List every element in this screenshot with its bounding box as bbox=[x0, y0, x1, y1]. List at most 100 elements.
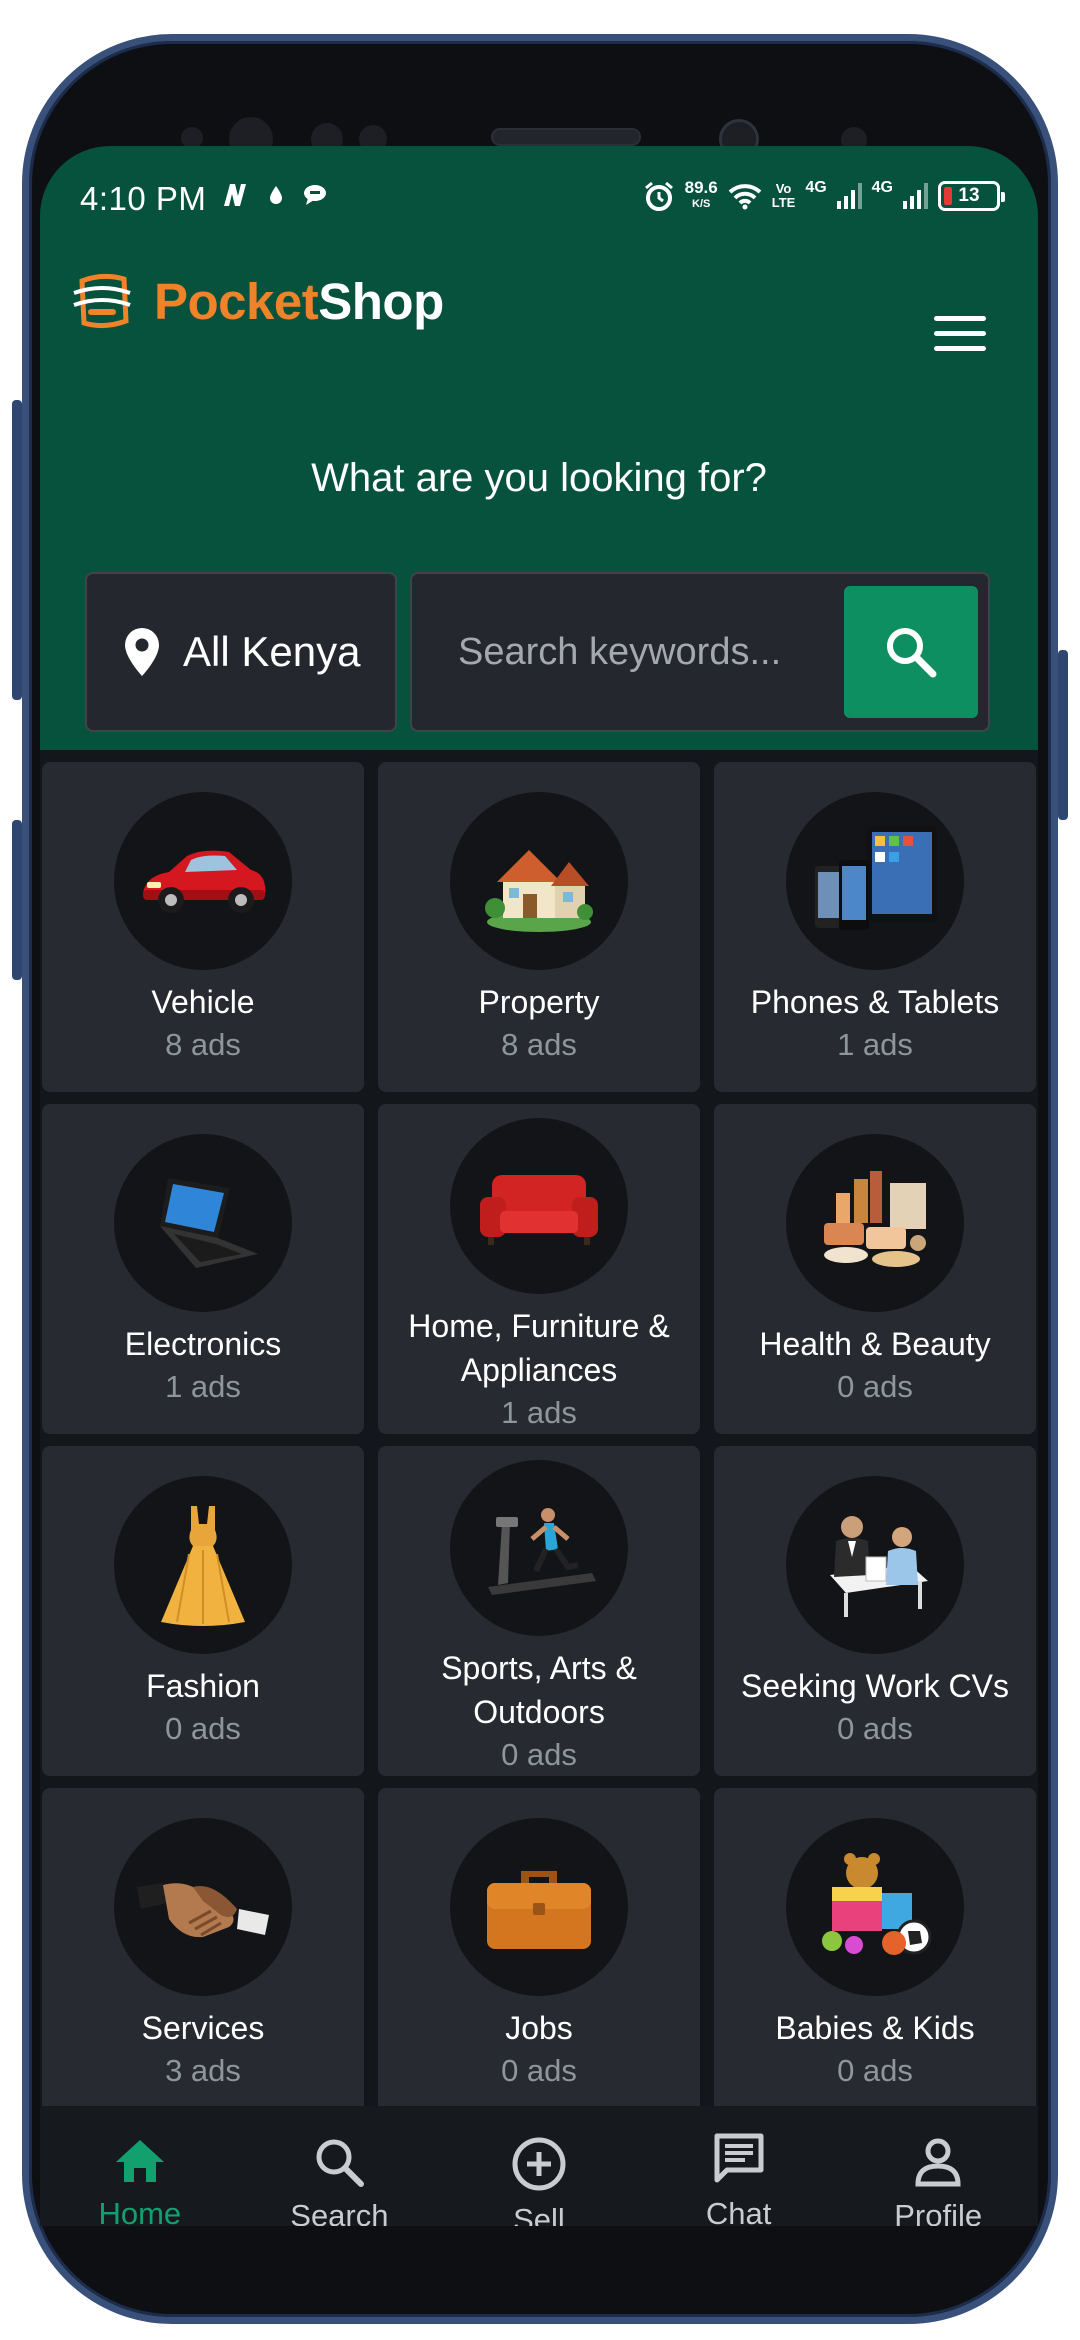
nav-label-home: Home bbox=[98, 2196, 182, 2226]
drop-icon bbox=[270, 186, 282, 204]
plus-circle-icon bbox=[512, 2137, 566, 2191]
network-speed-value: 89.6 bbox=[684, 178, 718, 197]
volte-indicator: Vo LTE bbox=[772, 182, 796, 210]
dress-icon bbox=[161, 1506, 245, 1626]
category-icon-circle bbox=[786, 1818, 964, 1996]
brand-part-shop: Shop bbox=[318, 273, 444, 330]
category-title: Babies & Kids bbox=[775, 2010, 975, 2046]
message-bubble-icon bbox=[304, 185, 326, 205]
nav-sell[interactable]: Sell bbox=[444, 2136, 634, 2226]
category-card-home-furniture[interactable]: Home, Furniture & Appliances 1 ads bbox=[378, 1104, 700, 1434]
category-ad-count: 0 ads bbox=[837, 1711, 913, 1746]
category-icon-circle bbox=[114, 1818, 292, 1996]
location-selector[interactable]: All Kenya bbox=[85, 572, 397, 732]
network-speed: 89.6 K/S bbox=[684, 178, 718, 212]
search-input[interactable] bbox=[412, 574, 852, 730]
location-value: All Kenya bbox=[183, 628, 361, 675]
category-title: Jobs bbox=[505, 2010, 573, 2046]
nav-label-chat: Chat bbox=[705, 2196, 772, 2226]
category-icon-circle bbox=[450, 792, 628, 970]
category-card-phones-tablets[interactable]: Phones & Tablets 1 ads bbox=[714, 762, 1036, 1092]
category-ad-count: 0 ads bbox=[501, 2053, 577, 2088]
category-ad-count: 0 ads bbox=[837, 1369, 913, 1404]
hamburger-menu-icon[interactable] bbox=[934, 316, 990, 356]
laptop-icon bbox=[160, 1178, 258, 1268]
sim2-signal-icon bbox=[903, 183, 928, 209]
shop-logo-icon bbox=[73, 273, 131, 328]
category-ad-count: 0 ads bbox=[501, 1737, 577, 1772]
category-icon-circle bbox=[450, 1118, 628, 1294]
nav-chat[interactable]: Chat bbox=[644, 2130, 834, 2226]
category-title: Seeking Work CVs bbox=[741, 1668, 1009, 1704]
phones-tablets-icon bbox=[815, 826, 937, 930]
category-title: Electronics bbox=[124, 1326, 282, 1362]
search-icon bbox=[316, 2139, 365, 2187]
category-icon-circle bbox=[786, 792, 964, 970]
nav-search[interactable]: Search bbox=[244, 2136, 434, 2226]
category-card-babies-kids[interactable]: Babies & Kids 0 ads bbox=[714, 1788, 1036, 2118]
category-card-services[interactable]: Services 3 ads bbox=[42, 1788, 364, 2118]
search-prompt: What are you looking for? bbox=[311, 456, 767, 500]
category-card-jobs[interactable]: Jobs 0 ads bbox=[378, 1788, 700, 2118]
nav-profile[interactable]: Profile bbox=[843, 2136, 1033, 2226]
battery-icon: 13 bbox=[938, 181, 1005, 211]
n-app-icon bbox=[224, 184, 246, 206]
power-button bbox=[1058, 650, 1068, 820]
network-speed-unit: K/S bbox=[692, 198, 711, 210]
car-icon bbox=[143, 850, 266, 913]
wifi-icon bbox=[728, 184, 762, 210]
sim1-network-type: 4G bbox=[805, 179, 827, 196]
battery-level: 13 bbox=[958, 185, 980, 206]
nav-home[interactable]: Home bbox=[45, 2136, 235, 2226]
category-card-vehicle[interactable]: Vehicle 8 ads bbox=[42, 762, 364, 1092]
nav-label-search: Search bbox=[290, 2198, 389, 2226]
category-title: Vehicle bbox=[151, 984, 255, 1020]
category-ad-count: 8 ads bbox=[501, 1027, 577, 1062]
app-logo[interactable]: PocketShop bbox=[70, 272, 444, 331]
system-status: 89.6 K/S Vo LTE 4G 4G 13 bbox=[643, 178, 1005, 212]
category-card-health-beauty[interactable]: Health & Beauty 0 ads bbox=[714, 1104, 1036, 1434]
search-icon bbox=[887, 628, 937, 678]
brand-part-pocket: Pocket bbox=[154, 273, 319, 330]
category-title: Services bbox=[141, 2010, 265, 2046]
sofa-icon bbox=[480, 1175, 598, 1245]
volume-button bbox=[12, 400, 22, 700]
category-title: Fashion bbox=[146, 1668, 260, 1704]
cosmetics-icon bbox=[824, 1171, 926, 1267]
category-card-fashion[interactable]: Fashion 0 ads bbox=[42, 1446, 364, 1776]
category-title: Property bbox=[478, 984, 600, 1020]
status-bar: 4:10 PM 89.6 K/S Vo LTE 4G 4G 13 bbox=[80, 178, 1005, 224]
toys-icon bbox=[822, 1853, 932, 1955]
home-icon bbox=[115, 2140, 164, 2182]
interview-icon bbox=[830, 1516, 928, 1617]
category-card-property[interactable]: Property 8 ads bbox=[378, 762, 700, 1092]
notification-icons bbox=[220, 182, 328, 208]
category-card-sports-arts[interactable]: Sports, Arts & Outdoors 0 ads bbox=[378, 1446, 700, 1776]
category-grid: Vehicle 8 ads Property 8 ads Phones & Ta… bbox=[40, 762, 1038, 2118]
briefcase-icon bbox=[487, 1871, 591, 1949]
category-title: Home, Furniture & Appliances bbox=[408, 1308, 670, 1388]
volte-top: Vo bbox=[775, 181, 792, 196]
house-icon bbox=[485, 850, 593, 932]
treadmill-icon bbox=[488, 1508, 596, 1595]
volte-bottom: LTE bbox=[771, 195, 796, 210]
category-title: Health & Beauty bbox=[759, 1326, 991, 1362]
sim1-signal-icon bbox=[836, 183, 862, 209]
bottom-navigation: Home Search Sell Chat Profile bbox=[40, 2106, 1038, 2226]
category-card-seeking-work[interactable]: Seeking Work CVs 0 ads bbox=[714, 1446, 1036, 1776]
status-time: 4:10 PM bbox=[80, 180, 207, 217]
category-title: Phones & Tablets bbox=[750, 984, 1000, 1020]
category-icon-circle bbox=[114, 1476, 292, 1654]
category-ad-count: 1 ads bbox=[837, 1027, 913, 1062]
search-box bbox=[410, 572, 990, 732]
earpiece-speaker bbox=[491, 128, 641, 146]
category-icon-circle bbox=[114, 792, 292, 970]
category-card-electronics[interactable]: Electronics 1 ads bbox=[42, 1104, 364, 1434]
profile-icon bbox=[915, 2138, 961, 2187]
search-button[interactable] bbox=[844, 586, 978, 718]
category-title: Sports, Arts & Outdoors bbox=[441, 1650, 637, 1730]
location-pin-icon bbox=[125, 628, 159, 676]
category-ad-count: 8 ads bbox=[165, 1027, 241, 1062]
chat-icon bbox=[714, 2133, 764, 2183]
app-name: PocketShop bbox=[154, 272, 444, 331]
